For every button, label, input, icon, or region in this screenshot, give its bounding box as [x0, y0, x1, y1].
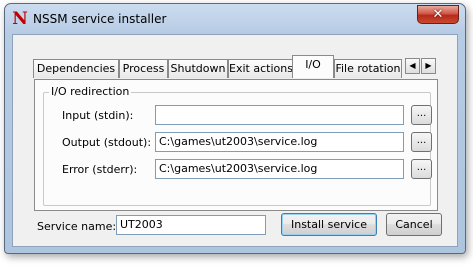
tab-shutdown[interactable]: Shutdown — [168, 59, 228, 78]
cancel-button[interactable]: Cancel — [386, 213, 442, 236]
io-tab-panel: I/O redirection Input (stdin): ... Outpu… — [34, 79, 438, 211]
title-bar[interactable]: N NSSM service installer ✕ — [5, 4, 465, 34]
arrow-right-icon: ▶ — [425, 61, 432, 70]
stdout-path-input[interactable]: C:\games\ut2003\service.log — [155, 132, 404, 152]
service-name-label: Service name: — [37, 220, 117, 233]
tab-scroll-left-button[interactable]: ◀ — [405, 58, 420, 74]
stdout-label: Output (stdout): — [62, 136, 152, 149]
nssm-app-icon: N — [12, 9, 28, 29]
window-title: NSSM service installer — [33, 12, 167, 26]
stdout-browse-button[interactable]: ... — [411, 132, 432, 152]
io-redirection-group: I/O redirection Input (stdin): ... Outpu… — [43, 85, 432, 206]
service-name-input[interactable]: UT2003 — [116, 215, 266, 235]
close-button[interactable]: ✕ — [417, 5, 459, 24]
dialog-client-area: Dependencies Process Shutdown Exit actio… — [12, 34, 458, 247]
tab-file-rotation[interactable]: File rotation — [334, 59, 402, 78]
group-title: I/O redirection — [49, 85, 132, 98]
installer-window: N NSSM service installer ✕ Dependencies … — [4, 3, 466, 254]
tab-io[interactable]: I/O — [292, 55, 334, 78]
tab-scroll-right-button[interactable]: ▶ — [421, 58, 436, 74]
stderr-path-input[interactable]: C:\games\ut2003\service.log — [155, 159, 404, 179]
install-service-button[interactable]: Install service — [281, 213, 377, 236]
tab-exit-actions[interactable]: Exit actions — [228, 59, 294, 78]
stderr-label: Error (stderr): — [62, 163, 138, 176]
tab-dependencies[interactable]: Dependencies — [33, 59, 119, 78]
stdin-label: Input (stdin): — [62, 109, 134, 122]
arrow-left-icon: ◀ — [409, 61, 416, 70]
stdin-path-input[interactable] — [155, 105, 404, 125]
tab-process[interactable]: Process — [119, 59, 168, 78]
stdin-browse-button[interactable]: ... — [411, 105, 432, 125]
stderr-browse-button[interactable]: ... — [411, 159, 432, 179]
